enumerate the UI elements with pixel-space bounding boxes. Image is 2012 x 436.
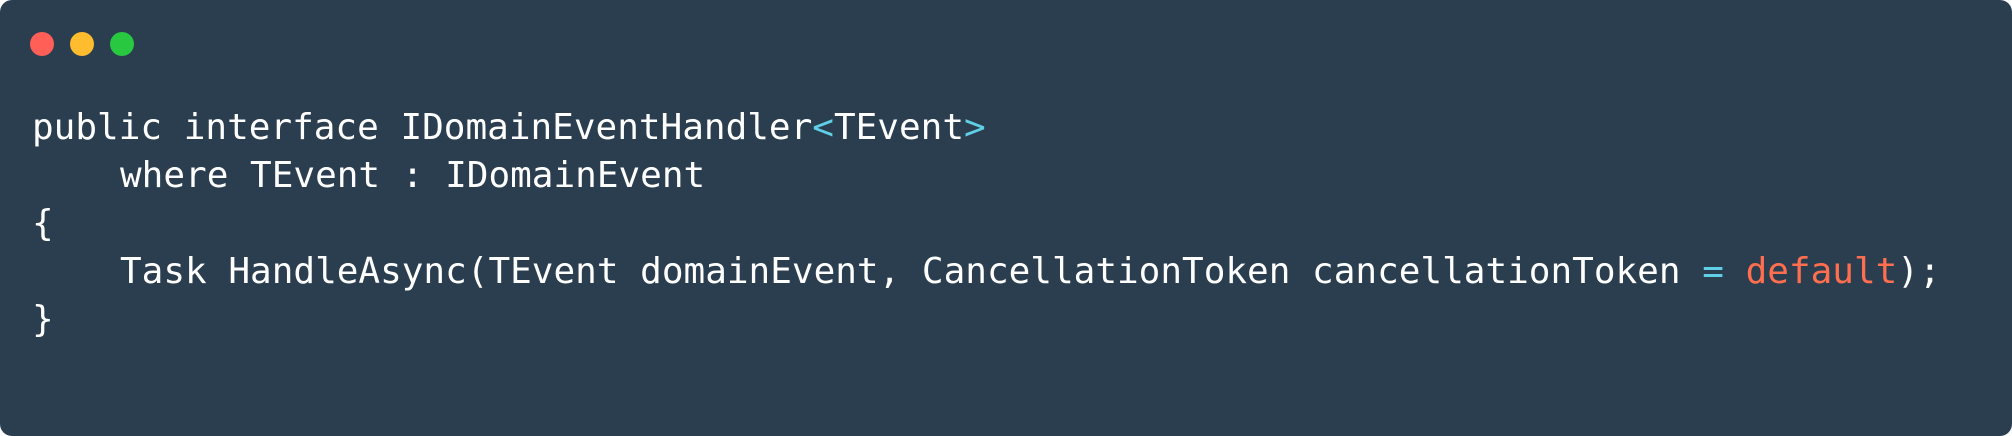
generic-type-param: TEvent [833, 107, 964, 148]
code-line-3-text: { [32, 203, 54, 244]
code-block: public interface IDomainEventHandler<TEv… [32, 104, 1941, 344]
code-line-3: { [32, 200, 1941, 248]
assign-operator: = [1702, 251, 1724, 292]
code-line-1: public interface IDomainEventHandler<TEv… [32, 104, 1941, 152]
generic-close-bracket: > [964, 107, 986, 148]
code-line-5: } [32, 296, 1941, 344]
default-keyword: default [1745, 251, 1898, 292]
generic-open-bracket: < [812, 107, 834, 148]
close-dot-icon[interactable] [30, 32, 54, 56]
minimize-dot-icon[interactable] [70, 32, 94, 56]
code-line-2-text: where TEvent : IDomainEvent [120, 155, 706, 196]
window-controls [30, 32, 134, 56]
code-line-2: where TEvent : IDomainEvent [32, 152, 1941, 200]
code-line-4-end: ); [1897, 251, 1941, 292]
maximize-dot-icon[interactable] [110, 32, 134, 56]
code-line-4-space [1724, 251, 1746, 292]
code-line-4: Task HandleAsync(TEvent domainEvent, Can… [32, 248, 1941, 296]
code-line-5-text: } [32, 299, 54, 340]
code-line-1-text: public interface IDomainEventHandler [32, 107, 813, 148]
code-line-4-text: Task HandleAsync(TEvent domainEvent, Can… [120, 251, 1703, 292]
code-window: public interface IDomainEventHandler<TEv… [0, 0, 2012, 436]
